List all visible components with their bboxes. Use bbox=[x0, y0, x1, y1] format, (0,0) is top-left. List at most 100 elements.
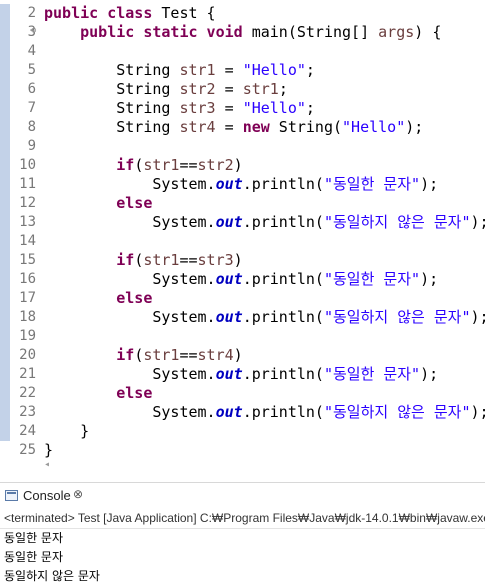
gutter-marker bbox=[0, 23, 10, 42]
variable-token: args bbox=[378, 23, 415, 41]
field-token: out bbox=[215, 403, 243, 421]
code-line[interactable]: 3 ⊖ public static void main(String[] args… bbox=[0, 23, 485, 42]
termination-status-text: <terminated> Test [Java Application] C:₩… bbox=[4, 511, 485, 525]
code-line[interactable]: 4 bbox=[0, 42, 485, 61]
code-token: ) bbox=[233, 346, 243, 364]
line-number: 7 bbox=[27, 100, 36, 116]
code-line[interactable]: 23 System.out.println("동일하지 않은 문자"); bbox=[0, 403, 485, 422]
code-token: String bbox=[44, 61, 180, 79]
line-number: 12 bbox=[19, 195, 36, 211]
line-number: 5 bbox=[27, 62, 36, 78]
line-number: 8 bbox=[27, 119, 36, 135]
string-token: "Hello" bbox=[242, 99, 306, 117]
code-token: System. bbox=[44, 308, 216, 326]
line-number: 9 bbox=[27, 138, 36, 154]
code-line[interactable]: 11 System.out.println("동일한 문자"); bbox=[0, 175, 485, 194]
code-line[interactable]: 19 bbox=[0, 327, 485, 346]
gutter-marker bbox=[0, 156, 10, 175]
console-view-tab[interactable]: Console ⊗ bbox=[0, 482, 485, 509]
code-text: String str2 = str1; bbox=[44, 80, 288, 99]
code-line[interactable]: 17 else bbox=[0, 289, 485, 308]
field-token: out bbox=[215, 270, 243, 288]
gutter-marker bbox=[0, 441, 10, 460]
code-token: .println( bbox=[242, 175, 324, 193]
gutter-marker bbox=[0, 384, 10, 403]
code-token: main(String[] bbox=[242, 23, 379, 41]
code-token: ( bbox=[134, 156, 144, 174]
code-line[interactable]: 16 System.out.println("동일한 문자"); bbox=[0, 270, 485, 289]
code-token: System. bbox=[44, 270, 216, 288]
code-token: ) bbox=[233, 156, 243, 174]
code-line[interactable]: 20 if(str1==str4) bbox=[0, 346, 485, 365]
code-text: if(str1==str3) bbox=[44, 251, 242, 270]
code-line[interactable]: 10 if(str1==str2) bbox=[0, 156, 485, 175]
gutter-marker bbox=[0, 270, 10, 289]
code-line[interactable]: 14 bbox=[0, 232, 485, 251]
string-token: "동일하지 않은 문자" bbox=[323, 308, 471, 326]
code-token: = bbox=[215, 99, 243, 117]
line-number: 6 bbox=[27, 81, 36, 97]
gutter-marker bbox=[0, 194, 10, 213]
gutter-marker bbox=[0, 175, 10, 194]
code-text: String str4 = new String("Hello"); bbox=[44, 118, 423, 137]
code-text: if(str1==str4) bbox=[44, 346, 243, 365]
scroll-left-icon[interactable]: ◂ bbox=[44, 459, 50, 470]
close-icon[interactable]: ⊗ bbox=[73, 487, 83, 501]
code-token: ( bbox=[134, 251, 144, 269]
line-number: 18 bbox=[19, 309, 36, 325]
console-status-line: <terminated> Test [Java Application] C:₩… bbox=[0, 508, 485, 529]
code-token: String bbox=[44, 99, 180, 117]
console-output-line: 동일한 문자 bbox=[4, 531, 64, 545]
code-text: public static void main(String[] args) { bbox=[44, 23, 441, 42]
variable-token: str2 bbox=[179, 80, 216, 98]
code-line[interactable]: 25} bbox=[0, 441, 485, 460]
code-text: String str1 = "Hello"; bbox=[44, 61, 315, 80]
gutter-marker bbox=[0, 346, 10, 365]
code-line[interactable]: 18 System.out.println("동일하지 않은 문자"); bbox=[0, 308, 485, 327]
code-token: String bbox=[44, 80, 180, 98]
field-token: out bbox=[215, 175, 243, 193]
code-text: else bbox=[44, 384, 152, 403]
gutter-marker bbox=[0, 327, 10, 346]
code-line[interactable]: 12 else bbox=[0, 194, 485, 213]
code-line[interactable]: 13 System.out.println("동일하지 않은 문자"); bbox=[0, 213, 485, 232]
code-line[interactable]: 2 public class Test { bbox=[0, 4, 485, 23]
code-line[interactable]: 22 else bbox=[0, 384, 485, 403]
fold-toggle-icon[interactable]: ⊖ bbox=[31, 26, 36, 36]
gutter-marker bbox=[0, 213, 10, 232]
code-text: else bbox=[44, 289, 152, 308]
code-line[interactable]: 15 if(str1==str3) bbox=[0, 251, 485, 270]
console-tab-label: Console bbox=[23, 488, 71, 503]
code-line[interactable]: 6 String str2 = str1; bbox=[0, 80, 485, 99]
variable-token: str3 bbox=[197, 251, 234, 269]
code-token: System. bbox=[44, 365, 216, 383]
code-line[interactable]: 5 String str1 = "Hello"; bbox=[0, 61, 485, 80]
keyword-token: if bbox=[116, 156, 135, 174]
gutter-marker bbox=[0, 99, 10, 118]
gutter-marker bbox=[0, 61, 10, 80]
code-line[interactable]: 24 } bbox=[0, 422, 485, 441]
code-line[interactable]: 8 String str4 = new String("Hello"); bbox=[0, 118, 485, 137]
code-token: == bbox=[179, 251, 198, 269]
code-token: == bbox=[179, 346, 198, 364]
code-line[interactable]: 7 String str3 = "Hello"; bbox=[0, 99, 485, 118]
code-token: ); bbox=[420, 270, 439, 288]
variable-token: str1 bbox=[179, 61, 216, 79]
code-token: .println( bbox=[242, 403, 324, 421]
code-token: .println( bbox=[242, 365, 324, 383]
code-line[interactable]: 21 System.out.println("동일한 문자"); bbox=[0, 365, 485, 384]
code-token: Test { bbox=[152, 4, 216, 22]
code-text: System.out.println("동일하지 않은 문자"); bbox=[44, 308, 485, 327]
line-number: 23 bbox=[19, 404, 36, 420]
horizontal-scrollbar[interactable]: ◂ bbox=[40, 459, 485, 474]
code-editor[interactable]: 2 public class Test {3 ⊖ public static voi… bbox=[0, 0, 485, 460]
console-icon bbox=[5, 490, 18, 501]
line-number: 4 bbox=[27, 43, 36, 59]
code-text: System.out.println("동일한 문자"); bbox=[44, 175, 438, 194]
gutter-marker bbox=[0, 80, 10, 99]
string-token: "동일한 문자" bbox=[323, 365, 421, 383]
code-line[interactable]: 9 bbox=[0, 137, 485, 156]
line-number: 21 bbox=[19, 366, 36, 382]
